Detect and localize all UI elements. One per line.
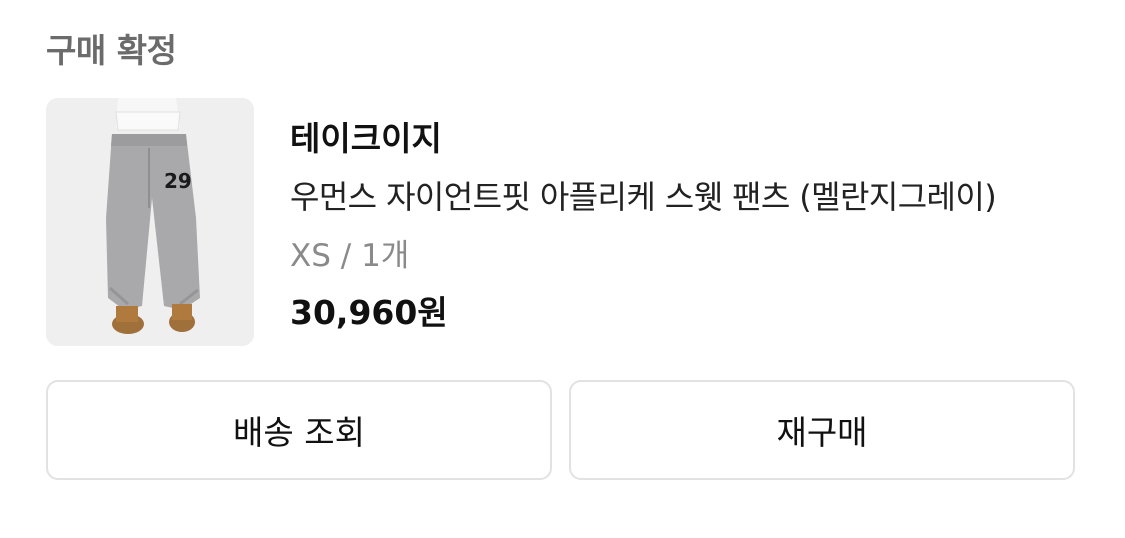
product-card[interactable]: 29 테이크이지 우먼스 자이언트핏 아플리케 스웻 팬츠 (멜란지그레이) X… [46, 98, 1086, 348]
product-thumbnail[interactable]: 29 [46, 98, 254, 346]
product-photo-icon: 29 [46, 98, 254, 346]
track-delivery-button[interactable]: 배송 조회 [46, 380, 552, 480]
product-brand[interactable]: 테이크이지 [290, 112, 442, 160]
product-option: XS / 1개 [290, 238, 410, 274]
pants-patch-number: 29 [164, 169, 192, 193]
product-name[interactable]: 우먼스 자이언트핏 아플리케 스웻 팬츠 (멜란지그레이) [290, 172, 997, 218]
order-actions: 배송 조회 재구매 [46, 380, 1079, 484]
order-status-label: 구매 확정 [46, 31, 177, 70]
reorder-button[interactable]: 재구매 [569, 380, 1075, 480]
product-price: 30,960원 [290, 293, 448, 332]
